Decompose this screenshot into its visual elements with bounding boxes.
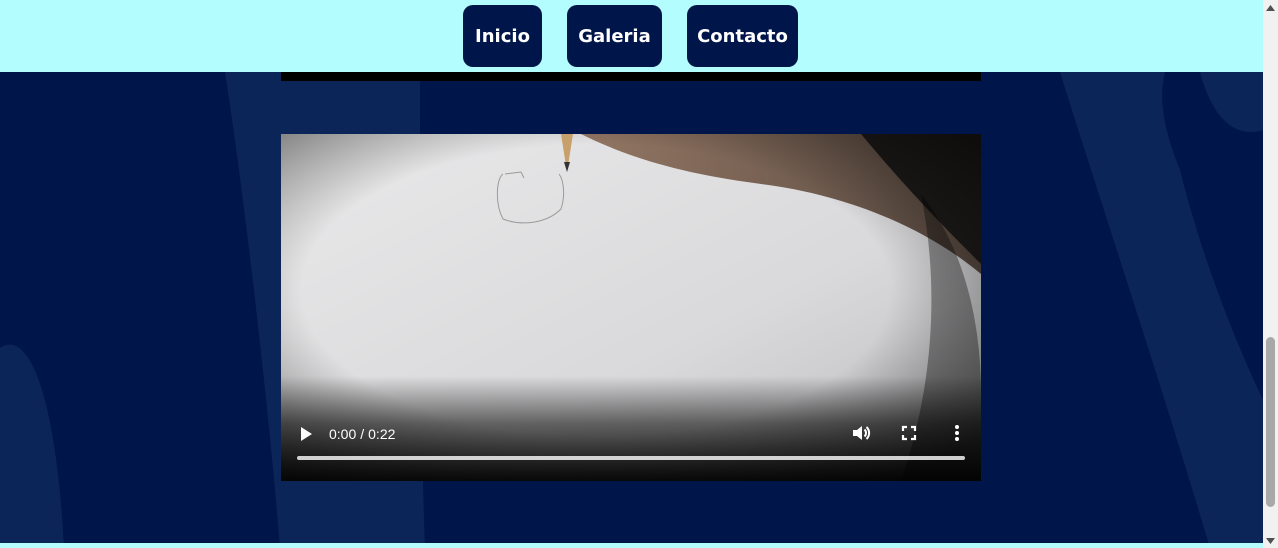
scrollbar-thumb[interactable] [1266, 337, 1275, 507]
volume-icon [853, 426, 871, 440]
play-icon [301, 427, 312, 441]
bg-shape-right-band [1060, 72, 1263, 548]
play-button[interactable] [293, 422, 317, 446]
bg-shape-right-top [1200, 72, 1263, 132]
progress-bar[interactable] [297, 456, 965, 460]
time-display: 0:00/0:22 [329, 424, 395, 444]
duration: 0:22 [368, 426, 396, 442]
volume-button[interactable] [849, 421, 873, 445]
more-vertical-icon [955, 425, 959, 441]
nav-button-galeria[interactable]: Galeria [567, 5, 662, 67]
current-time: 0:00 [329, 426, 357, 442]
scroll-down-arrow[interactable] [1263, 533, 1278, 548]
time-separator: / [360, 426, 365, 442]
more-options-button[interactable] [945, 421, 969, 445]
chevron-down-icon [1266, 537, 1275, 544]
bottom-strip [0, 543, 1263, 548]
video-player[interactable]: 0:00/0:22 [281, 134, 981, 481]
fullscreen-icon [901, 425, 917, 441]
fullscreen-button[interactable] [897, 421, 921, 445]
scroll-up-arrow[interactable] [1263, 0, 1278, 15]
top-navigation: Inicio Galeria Contacto [0, 0, 1263, 72]
nav-button-contacto[interactable]: Contacto [687, 5, 798, 67]
chevron-up-icon [1266, 4, 1275, 11]
nav-button-inicio[interactable]: Inicio [463, 5, 542, 67]
bg-shape-left-blob [0, 344, 64, 548]
vertical-scrollbar[interactable] [1263, 0, 1278, 548]
